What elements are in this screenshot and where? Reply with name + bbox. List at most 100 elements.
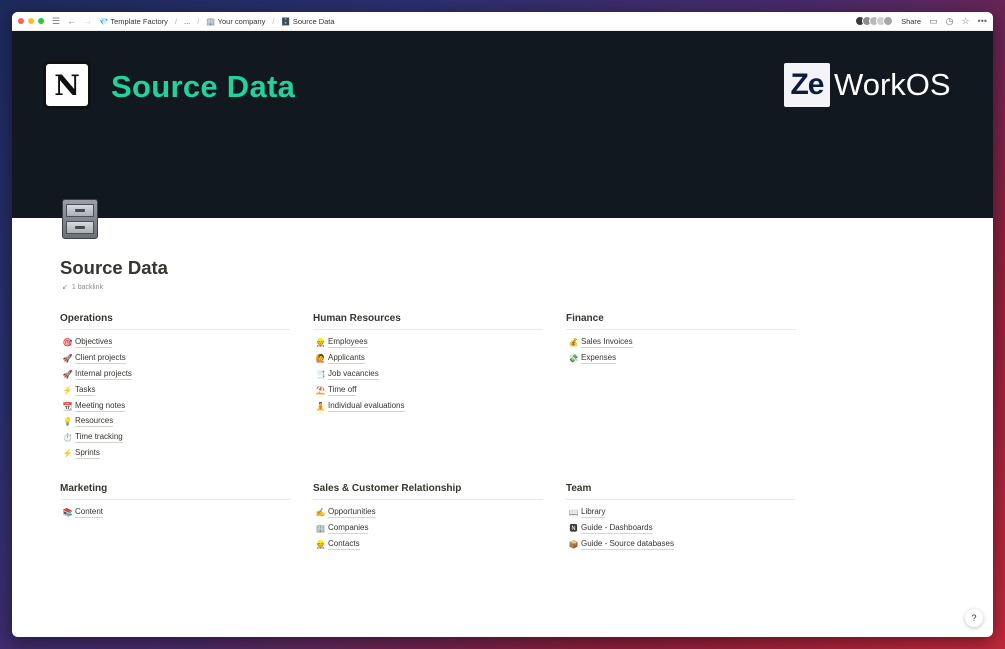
page-link-time-tracking[interactable]: ⏱️ Time tracking	[60, 430, 290, 446]
page-link-label: Employees	[328, 337, 368, 349]
section-heading: Sales & Customer Relationship	[313, 483, 543, 500]
brand-name: WorkOS	[834, 67, 951, 102]
section-sales-customer-relationship: Sales & Customer Relationship ✍️ Opportuni…	[313, 483, 543, 552]
page-link-label: Resources	[75, 416, 114, 428]
page-link-label: Companies	[328, 523, 369, 535]
sidebar-toggle-icon[interactable]: ☰	[52, 16, 60, 26]
page-link-employees[interactable]: 👷 Employees	[313, 335, 543, 351]
maximize-window-button[interactable]	[38, 18, 44, 24]
section-finance: Finance 💰 Sales Invoices 💸 Expenses	[566, 313, 796, 367]
page-emoji-icon: 📆	[62, 401, 73, 411]
page-link-label: Content	[75, 507, 104, 519]
page-link-label: Tasks	[75, 384, 96, 396]
page-link-sprints[interactable]: ⚡ Sprints	[60, 446, 290, 462]
breadcrumb-item-source-data[interactable]: 🗄️ Source Data	[281, 17, 334, 26]
page-emoji-icon: 🧘	[315, 401, 326, 411]
page-link-library[interactable]: 📖 Library	[566, 505, 796, 521]
file-cabinet-icon: 🗄️	[281, 16, 291, 26]
page-link-sales-invoices[interactable]: 💰 Sales Invoices	[566, 335, 796, 351]
page-link-objectives[interactable]: 🎯 Objectives	[60, 335, 290, 351]
history-clock-icon[interactable]: ◷	[946, 16, 954, 27]
window-controls	[18, 18, 44, 24]
page-link-label: Meeting notes	[75, 400, 126, 412]
avatar	[883, 16, 894, 26]
page-link-guide-source-databases[interactable]: 📦 Guide - Source databases	[566, 537, 796, 553]
breadcrumb-item-template-factory[interactable]: 💎 Template Factory	[99, 17, 168, 26]
page-emoji-icon: 📚	[62, 508, 73, 518]
cover-title: Source Data	[111, 69, 296, 104]
favorite-star-icon[interactable]: ☆	[961, 16, 969, 27]
page-link-internal-projects[interactable]: 🚀 Internal projects	[60, 367, 290, 383]
page-link-label: Guide - Source databases	[581, 538, 674, 550]
page-link-label: Individual evaluations	[328, 400, 405, 412]
page-emoji-icon: 📑	[315, 369, 326, 379]
back-arrow-icon[interactable]: ←	[67, 16, 76, 26]
section-heading: Finance	[566, 313, 796, 330]
page-emoji-icon: 💡	[62, 417, 73, 427]
page-link-time-off[interactable]: ⛱️ Time off	[313, 382, 543, 398]
breadcrumb-item-ellipsis[interactable]: ...	[184, 17, 190, 26]
page-link-resources[interactable]: 💡 Resources	[60, 414, 290, 430]
page-link-contacts[interactable]: 👷 Contacts	[313, 537, 543, 553]
page-link-label: Internal projects	[75, 368, 132, 380]
page-emoji-icon: ✍️	[315, 508, 326, 518]
breadcrumb-separator: /	[174, 16, 177, 26]
topbar-actions: Share ▭ ◷ ☆ •••	[855, 16, 987, 27]
page-emoji-icon: ⏱️	[62, 433, 73, 443]
page-link-guide-dashboards[interactable]: 🅽 Guide - Dashboards	[566, 521, 796, 537]
page-emoji-icon: 💰	[568, 338, 579, 348]
page-link-meeting-notes[interactable]: 📆 Meeting notes	[60, 398, 290, 414]
page-link-content[interactable]: 📚 Content	[60, 505, 290, 521]
more-options-icon[interactable]: •••	[978, 16, 987, 26]
close-window-button[interactable]	[18, 18, 24, 24]
page-emoji-icon: 🎯	[62, 338, 73, 348]
page-link-label: Applicants	[328, 353, 365, 365]
page-link-opportunities[interactable]: ✍️ Opportunities	[313, 505, 543, 521]
section-human-resources: Human Resources 👷 Employees 🙋 Applicants 📑 Job…	[313, 313, 543, 414]
diamond-icon: 💎	[99, 16, 109, 26]
comment-icon[interactable]: ▭	[929, 16, 938, 27]
page-link-applicants[interactable]: 🙋 Applicants	[313, 351, 543, 367]
page-link-job-vacancies[interactable]: 📑 Job vacancies	[313, 367, 543, 383]
page-title[interactable]: Source Data	[60, 257, 168, 279]
help-button[interactable]: ?	[965, 609, 983, 627]
page-link-label: Sales Invoices	[581, 337, 633, 349]
page-emoji-icon: 🙋	[315, 354, 326, 364]
page-link-label: Expenses	[581, 353, 617, 365]
breadcrumb-item-your-company[interactable]: 🏢 Your company	[206, 17, 265, 26]
page-link-label: Guide - Dashboards	[581, 523, 653, 535]
page-emoji-icon: 🅽	[569, 524, 578, 534]
page-link-expenses[interactable]: 💸 Expenses	[566, 351, 796, 367]
page-emoji-icon: 📦	[568, 539, 579, 549]
page-link-tasks[interactable]: ⚡ Tasks	[60, 382, 290, 398]
minimize-window-button[interactable]	[28, 18, 34, 24]
page-emoji-icon: 👷	[315, 338, 326, 348]
file-cabinet-icon[interactable]	[62, 199, 98, 239]
page-emoji-icon: 📖	[568, 508, 579, 518]
backlinks-button[interactable]: ↙ 1 backlink	[62, 283, 103, 292]
page-emoji-icon: ⛱️	[315, 385, 326, 395]
page-link-individual-evaluations[interactable]: 🧘 Individual evaluations	[313, 398, 543, 414]
page-link-label: Time tracking	[75, 432, 123, 444]
cabinet-drawer	[66, 221, 94, 234]
page-link-label: Client projects	[75, 353, 126, 365]
title-bar: ☰ ← → 💎 Template Factory / ... / 🏢 Your …	[12, 12, 993, 31]
share-button[interactable]: Share	[901, 17, 921, 26]
collaborator-avatars[interactable]	[855, 16, 894, 26]
notion-logo: N	[43, 61, 91, 109]
section-heading: Marketing	[60, 483, 290, 500]
breadcrumb: 💎 Template Factory / ... / 🏢 Your compan…	[99, 17, 334, 26]
page-emoji-icon: 🚀	[62, 354, 73, 364]
section-operations: Operations 🎯 Objectives 🚀 Client projects 🚀 In…	[60, 313, 290, 461]
page-link-companies[interactable]: 🏢 Companies	[313, 521, 543, 537]
workos-logo: Ze WorkOS	[784, 63, 951, 107]
page-emoji-icon: 👷	[315, 539, 326, 549]
page-link-client-projects[interactable]: 🚀 Client projects	[60, 351, 290, 367]
backlink-arrow-icon: ↙	[62, 284, 68, 291]
page-link-label: Contacts	[328, 538, 360, 550]
office-building-icon: 🏢	[206, 16, 216, 26]
section-marketing: Marketing 📚 Content	[60, 483, 290, 521]
breadcrumb-separator: /	[272, 16, 275, 26]
section-heading: Operations	[60, 313, 290, 330]
forward-arrow-icon[interactable]: →	[83, 16, 92, 26]
